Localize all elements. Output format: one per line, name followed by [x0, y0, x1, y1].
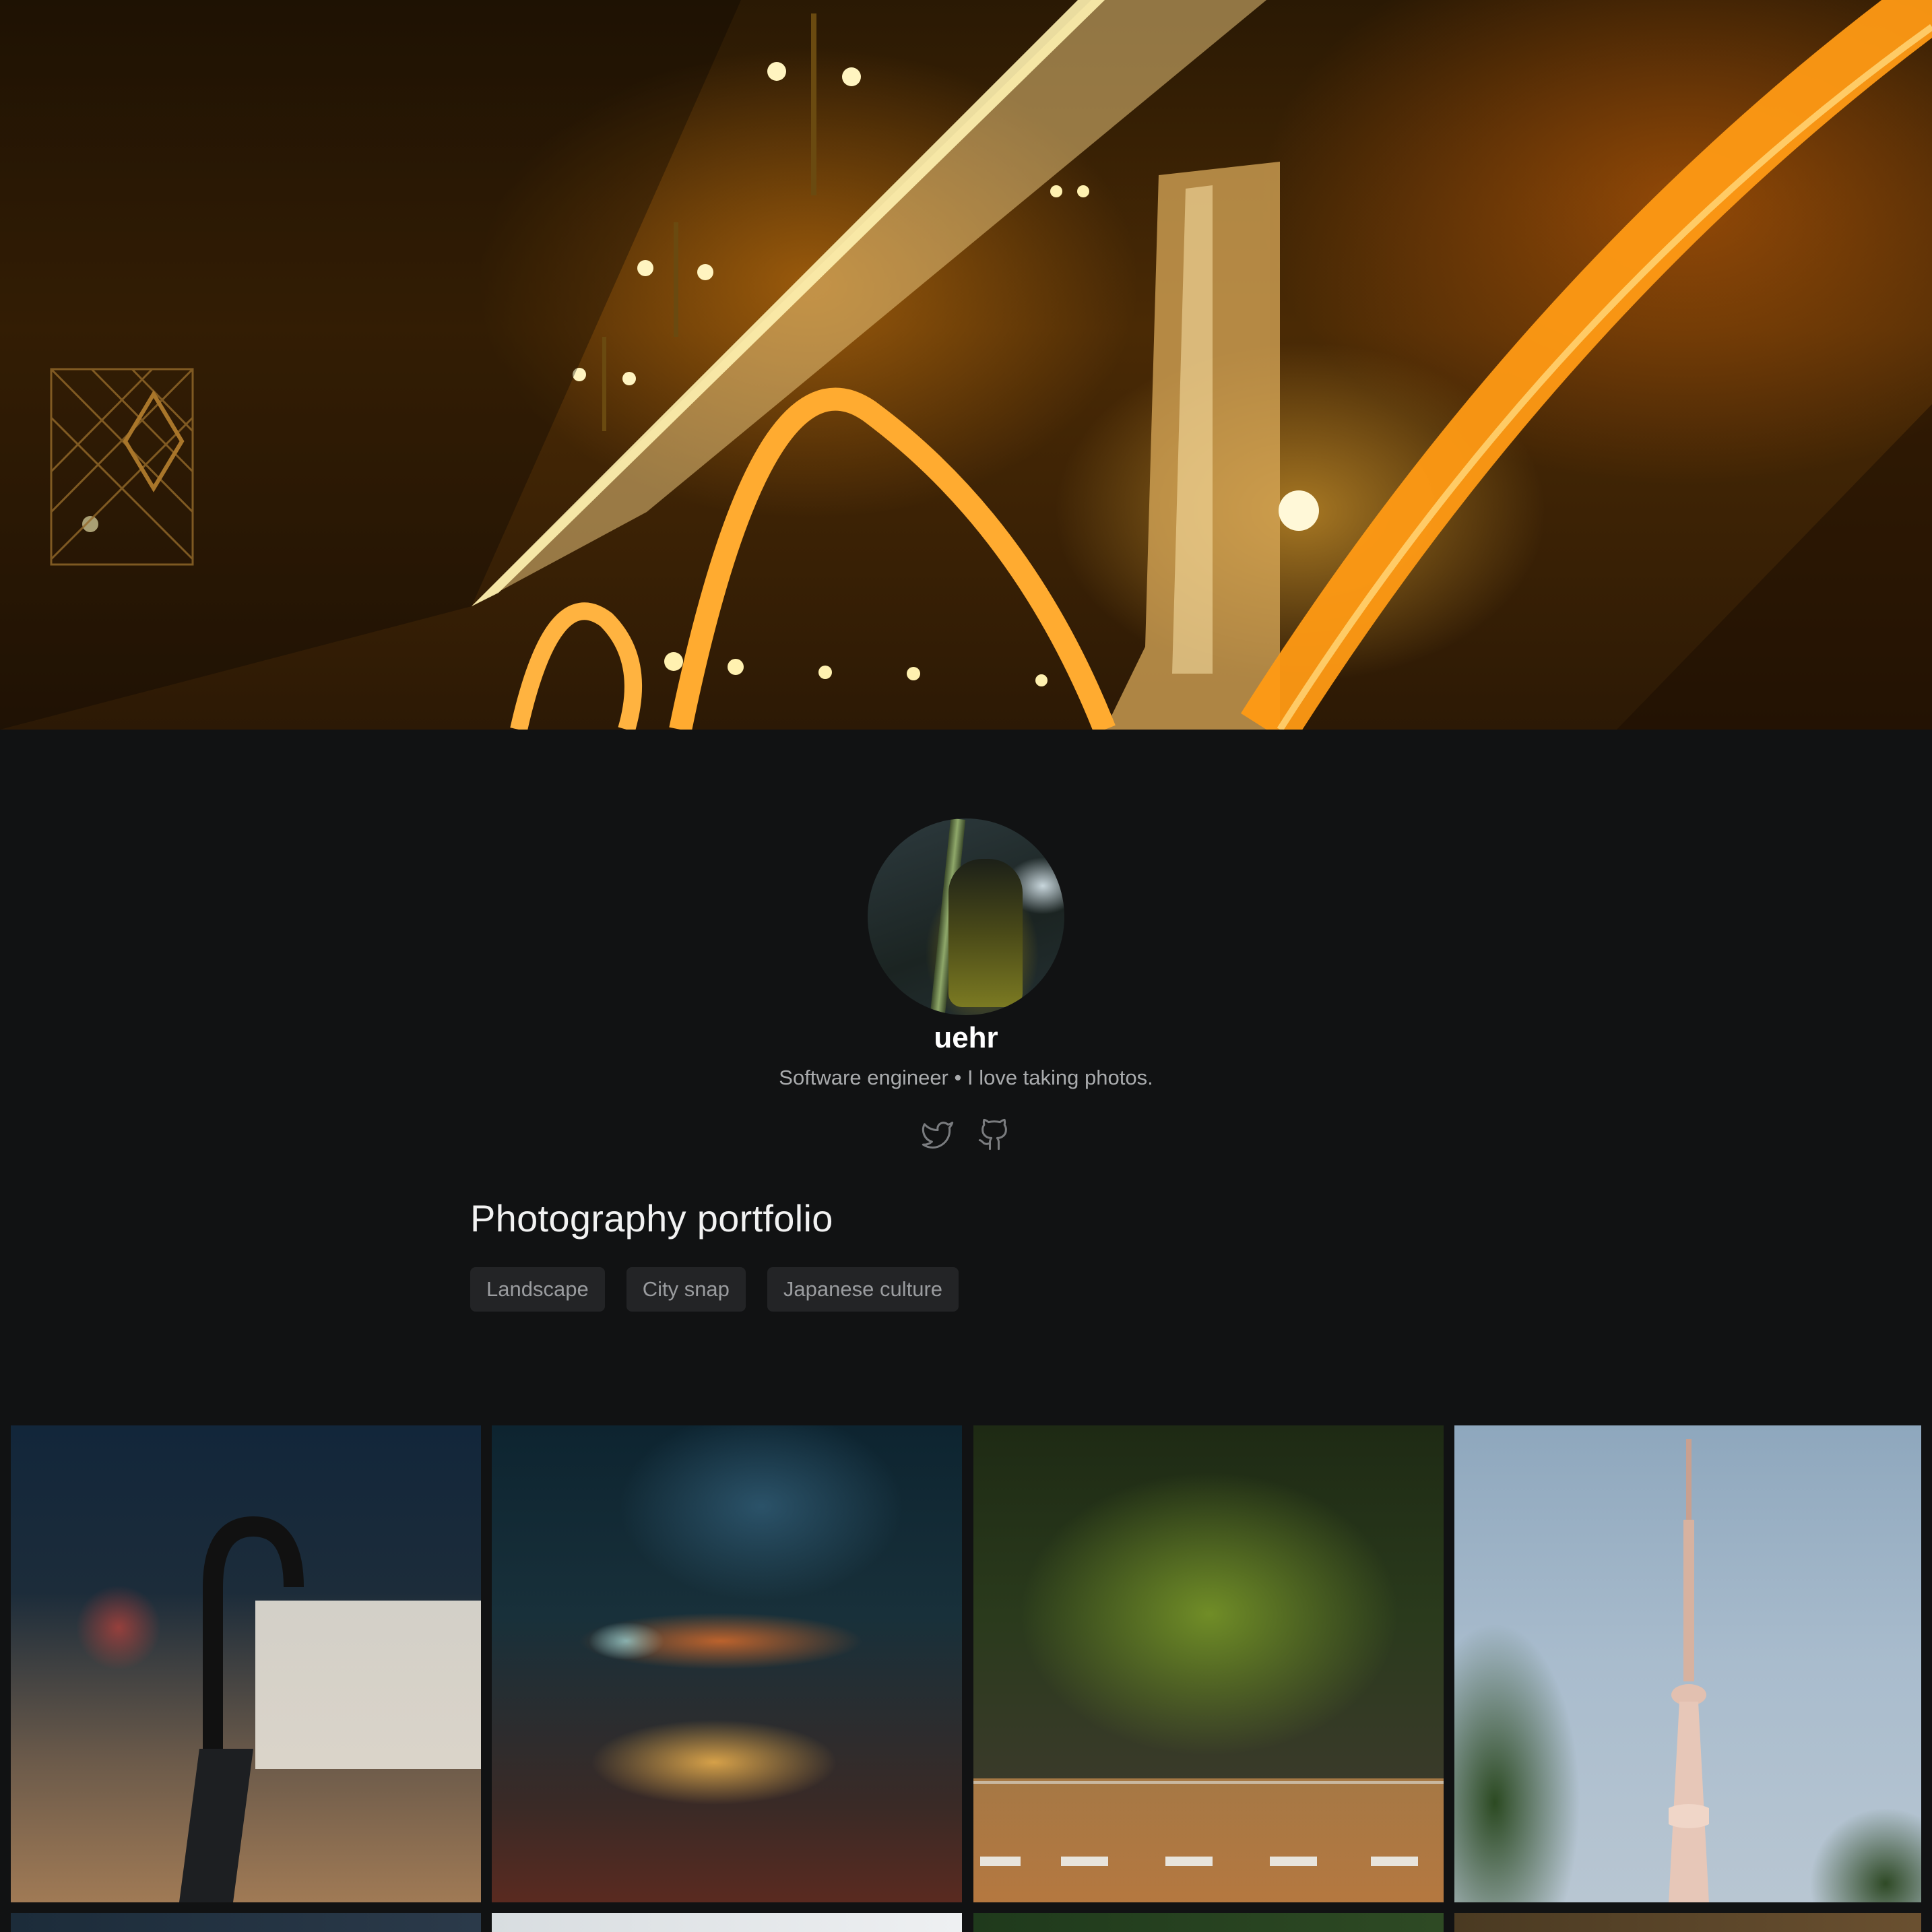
photo-row2-3[interactable] — [973, 1913, 1444, 1932]
photo-row2-1[interactable] — [11, 1913, 481, 1932]
photo-row2-2[interactable] — [492, 1913, 962, 1932]
avatar-hand-shape — [948, 859, 1023, 1007]
profile-name: uehr — [934, 1021, 998, 1054]
profile-bio: Software engineer • I love taking photos… — [779, 1066, 1153, 1089]
tag-list: Landscape City snap Japanese culture — [470, 1267, 959, 1312]
photo-benches-shape — [973, 1781, 1444, 1866]
twitter-icon — [922, 1122, 954, 1149]
hero-bridge-illustration — [0, 0, 1932, 730]
photo-umbrella[interactable] — [11, 1425, 481, 1902]
portfolio-title: Photography portfolio — [470, 1197, 833, 1239]
photo-grid — [11, 1425, 1921, 1932]
hero-banner-image — [0, 0, 1932, 730]
tag-landscape[interactable]: Landscape — [470, 1267, 605, 1312]
photo-row2-4[interactable] — [1454, 1913, 1921, 1932]
twitter-link[interactable] — [920, 1117, 955, 1152]
page: uehr Software engineer • I love taking p… — [0, 0, 1932, 1932]
photo-umbrella-shape — [179, 1516, 304, 1902]
github-link[interactable] — [977, 1117, 1012, 1152]
social-links — [919, 1116, 1013, 1153]
tag-japanese-culture[interactable]: Japanese culture — [767, 1267, 959, 1312]
photo-skytree[interactable] — [1454, 1425, 1921, 1902]
photo-trees-benches[interactable] — [973, 1425, 1444, 1902]
github-icon — [978, 1118, 1007, 1151]
tag-city-snap[interactable]: City snap — [626, 1267, 746, 1312]
photo-skytree-shape — [1669, 1439, 1709, 1902]
photo-rainy-window[interactable] — [492, 1425, 962, 1902]
avatar — [868, 818, 1064, 1015]
